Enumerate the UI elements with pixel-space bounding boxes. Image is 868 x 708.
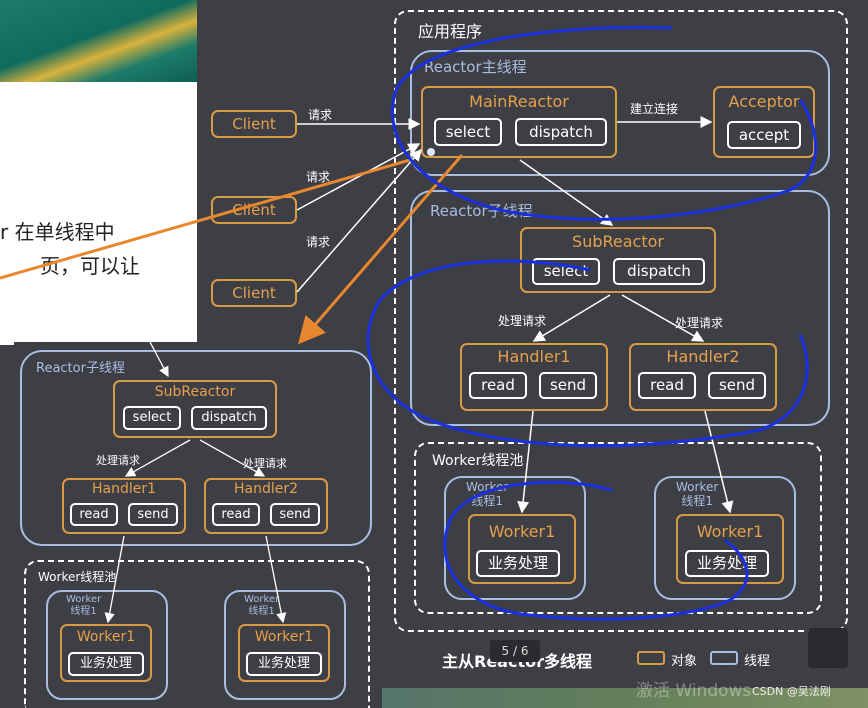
- zoom-handler2-to-worker2: [265, 535, 287, 624]
- orange-pointer-arrow-1: [0, 158, 411, 280]
- sub-to-handler2: [621, 294, 705, 342]
- zoom-sub-to-handler1: [124, 439, 191, 477]
- handler2-to-worker2: [704, 410, 734, 514]
- zoom-entry-arrow: [149, 341, 169, 378]
- request-arrow-3: [296, 148, 422, 293]
- sub-to-handler1: [532, 294, 611, 342]
- annotation-loop-main: [391, 25, 818, 221]
- annotation-loop-worker: [443, 480, 749, 621]
- cursor-dot: [427, 148, 435, 156]
- zoom-handler1-to-worker1: [104, 535, 125, 624]
- annotation-loop-sub: [366, 259, 809, 448]
- diagram-connectors: [0, 25, 818, 624]
- handler1-to-worker1: [517, 410, 534, 514]
- zoom-sub-to-handler2: [199, 439, 266, 477]
- request-arrow-2: [296, 143, 421, 211]
